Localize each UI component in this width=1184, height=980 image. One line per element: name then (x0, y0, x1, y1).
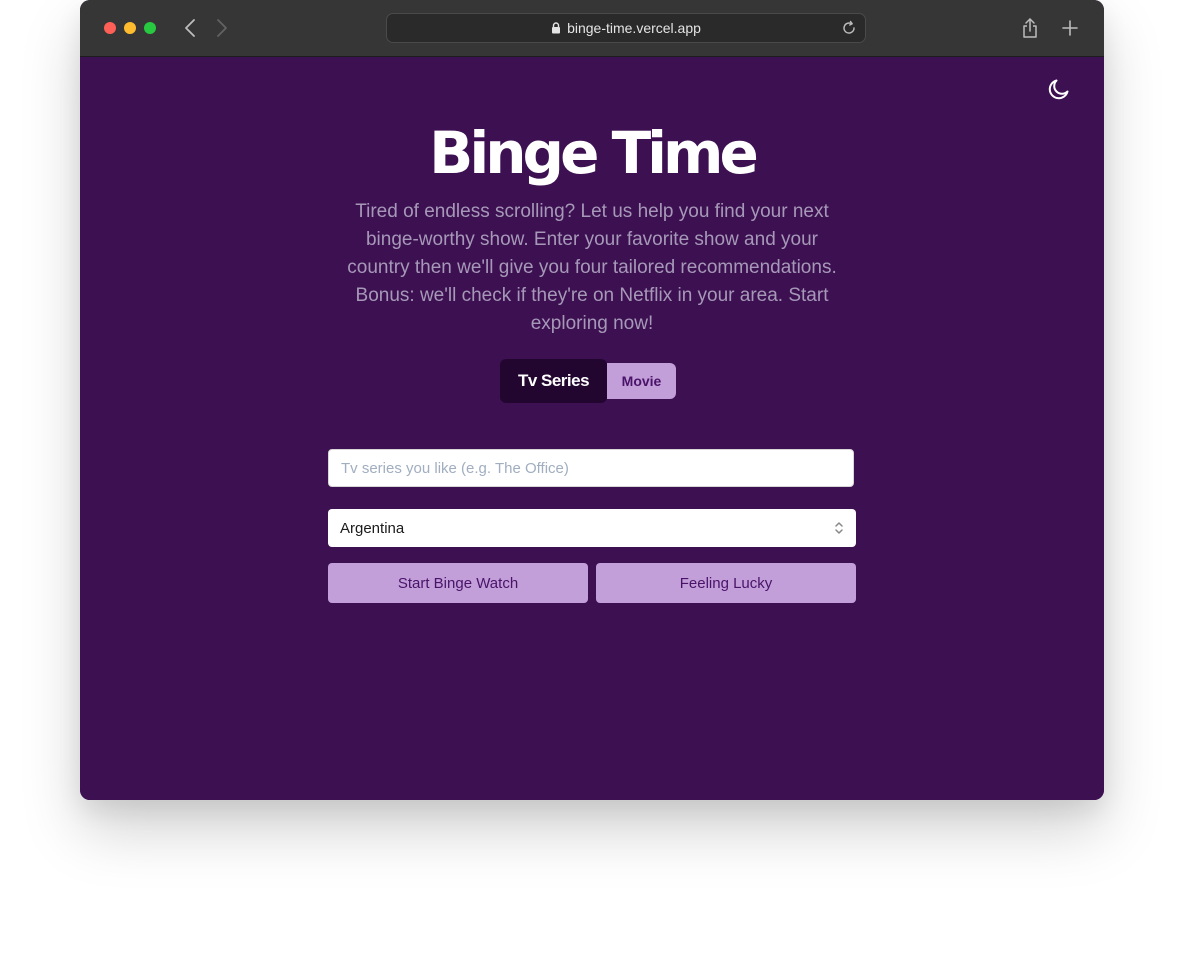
share-icon[interactable] (1020, 17, 1040, 39)
chevron-right-icon (217, 19, 227, 37)
page-title: Binge Time (429, 119, 759, 187)
lock-icon (551, 22, 561, 34)
media-type-toggle: Tv Series Movie (500, 359, 676, 403)
address-url: binge-time.vercel.app (567, 20, 701, 36)
tab-tv-series[interactable]: Tv Series (500, 359, 607, 403)
maximize-window-button[interactable] (144, 22, 156, 34)
start-binge-watch-button[interactable]: Start Binge Watch (328, 563, 588, 603)
feeling-lucky-button[interactable]: Feeling Lucky (596, 563, 856, 603)
new-tab-icon[interactable] (1060, 18, 1080, 38)
minimize-window-button[interactable] (124, 22, 136, 34)
tab-movie[interactable]: Movie (607, 363, 676, 399)
reload-icon[interactable] (841, 20, 857, 36)
close-window-button[interactable] (104, 22, 116, 34)
country-select-value: Argentina (340, 519, 405, 537)
chevron-left-icon (185, 19, 195, 37)
moon-icon[interactable] (1047, 77, 1071, 101)
address-bar[interactable]: binge-time.vercel.app (386, 13, 866, 43)
page-content: Binge Time Tired of endless scrolling? L… (80, 57, 1104, 800)
country-select[interactable]: Argentina (328, 509, 856, 547)
chevron-up-down-icon (835, 522, 843, 534)
browser-titlebar: binge-time.vercel.app (80, 0, 1104, 57)
show-search-input[interactable] (328, 449, 854, 487)
page-description: Tired of endless scrolling? Let us help … (347, 201, 837, 334)
back-button[interactable] (178, 16, 202, 40)
forward-button[interactable] (210, 16, 234, 40)
browser-window: binge-time.vercel.app Binge Time Tired o… (80, 0, 1104, 800)
